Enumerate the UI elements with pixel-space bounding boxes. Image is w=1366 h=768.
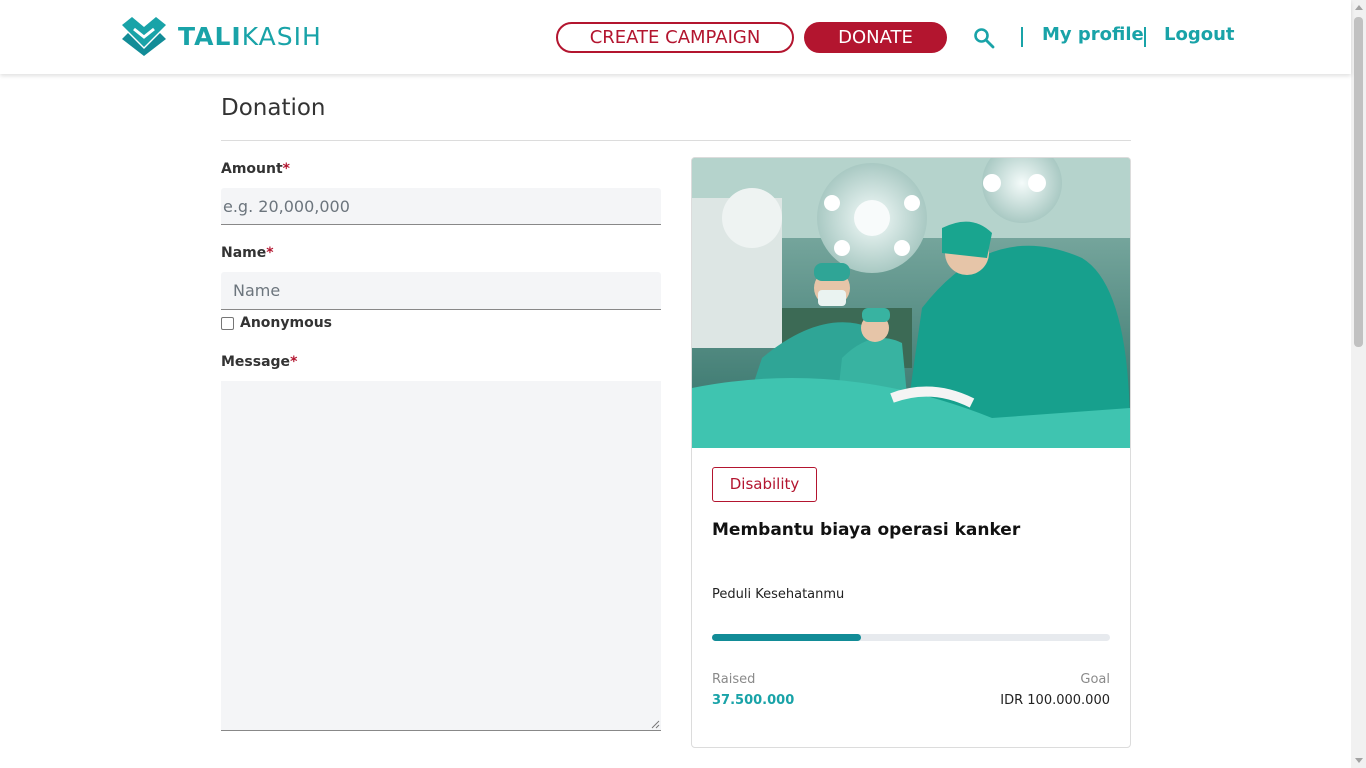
- brand-name-bold: TALI: [178, 21, 242, 51]
- anonymous-label: Anonymous: [240, 315, 333, 331]
- raised-label: Raised: [712, 672, 756, 687]
- anonymous-option[interactable]: Anonymous: [221, 315, 332, 331]
- funding-progress-fill: [712, 634, 862, 641]
- goal-amount: IDR 100.000.000: [1000, 693, 1110, 708]
- message-label-text: Message: [221, 354, 291, 370]
- name-label-text: Name: [221, 245, 267, 261]
- goal-label: Goal: [1080, 672, 1110, 687]
- page-title: Donation: [221, 95, 326, 121]
- message-label: Message*: [221, 354, 297, 370]
- required-mark: *: [282, 161, 290, 177]
- nav-divider: [1144, 27, 1146, 47]
- my-profile-link[interactable]: My profile: [1042, 24, 1144, 45]
- required-mark: *: [266, 245, 274, 261]
- funding-progress-bar: [712, 634, 1110, 641]
- category-badge[interactable]: Disability: [712, 467, 817, 502]
- amount-label: Amount*: [221, 161, 290, 177]
- brand-name-light: KASIH: [241, 21, 322, 51]
- talikasih-logo-icon: [122, 17, 166, 56]
- name-input[interactable]: [221, 272, 661, 310]
- amount-input[interactable]: [221, 188, 661, 225]
- amount-label-text: Amount: [221, 161, 283, 177]
- top-navbar: TALIKASIH CREATE CAMPAIGN DONATE My prof…: [0, 0, 1351, 74]
- raised-amount: 37.500.000: [712, 693, 795, 708]
- logout-link[interactable]: Logout: [1164, 24, 1235, 45]
- campaign-organizer: Peduli Kesehatanmu: [712, 587, 845, 602]
- brand-name: TALIKASIH: [178, 22, 322, 51]
- resize-grip-icon[interactable]: [650, 719, 660, 729]
- search-icon[interactable]: [973, 27, 995, 49]
- required-mark: *: [290, 354, 298, 370]
- message-textarea[interactable]: [221, 381, 661, 731]
- campaign-title[interactable]: Membantu biaya operasi kanker: [712, 520, 1020, 540]
- anonymous-checkbox[interactable]: [221, 316, 234, 330]
- brand-logo[interactable]: TALIKASIH: [120, 15, 322, 57]
- title-divider: [221, 140, 1131, 141]
- scrollbar-thumb[interactable]: [1354, 17, 1363, 347]
- campaign-card[interactable]: Disability Membantu biaya operasi kanker…: [691, 157, 1131, 748]
- campaign-image: [692, 158, 1130, 448]
- scroll-down-icon[interactable]: [1355, 758, 1363, 763]
- page-scrollbar[interactable]: [1351, 0, 1366, 768]
- name-label: Name*: [221, 245, 274, 261]
- create-campaign-button[interactable]: CREATE CAMPAIGN: [556, 22, 794, 53]
- scroll-up-icon[interactable]: [1355, 5, 1363, 10]
- nav-divider: [1021, 27, 1023, 47]
- donate-button[interactable]: DONATE: [804, 22, 947, 53]
